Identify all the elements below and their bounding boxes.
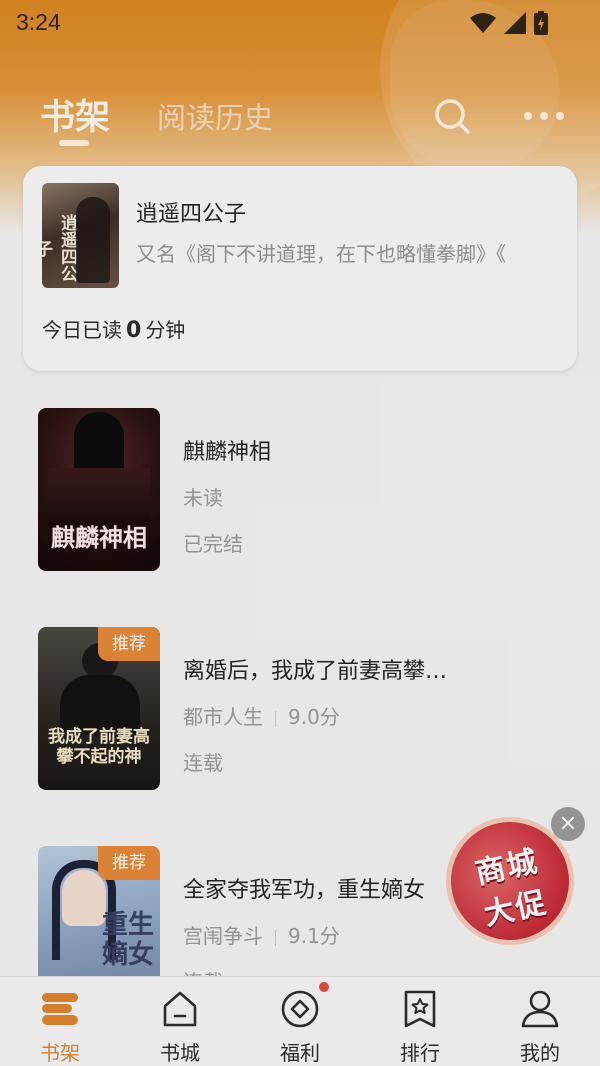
bottom-navigation: 书架 书城 福利 排行 我的 <box>0 976 600 1066</box>
today-read-unit: 分钟 <box>145 318 186 342</box>
serial-status: 连载 <box>183 966 223 976</box>
book-title: 离婚后，我成了前妻高攀… <box>183 659 448 684</box>
battery-icon <box>534 11 548 35</box>
tab-active-indicator <box>59 140 89 146</box>
meta-divider <box>275 710 276 727</box>
recent-reading-card[interactable]: 逍遥四公子 逍遥四公子 又名《阁下不讲道理，在下也略懂拳脚》《 今日已读 0 分钟 <box>23 166 577 371</box>
today-read-minutes: 0 <box>126 318 142 343</box>
book-item[interactable]: 我成了前妻高攀不起的神 推荐 离婚后，我成了前妻高攀… 都市人生 9.0分 连载 <box>38 627 558 790</box>
book-cover: 重生嫡女 推荐 <box>38 846 160 976</box>
status-icons <box>470 10 548 36</box>
cover-title: 我成了前妻高攀不起的神 <box>48 727 150 767</box>
nav-label: 排行 <box>400 1041 440 1065</box>
meta-divider <box>275 929 276 946</box>
nav-bookstore[interactable]: 书城 <box>120 977 240 1066</box>
book-title: 全家夺我军功，重生嫡女 <box>183 878 426 903</box>
wifi-icon <box>470 13 496 33</box>
serial-status: 连载 <box>183 751 223 775</box>
status-bar: 3:24 <box>0 0 600 48</box>
book-genre: 宫闱争斗 <box>183 924 263 948</box>
nav-label: 书城 <box>160 1041 200 1065</box>
cover-title: 麒麟神相 <box>51 523 147 552</box>
recommend-badge: 推荐 <box>98 846 160 880</box>
nav-label: 书架 <box>40 1041 80 1065</box>
more-icon[interactable] <box>520 104 568 128</box>
book-genre: 都市人生 <box>183 705 263 729</box>
nav-label: 福利 <box>280 1041 320 1065</box>
today-read-time: 今日已读 0 分钟 <box>42 314 185 343</box>
tab-bookshelf[interactable]: 书架 <box>40 89 110 140</box>
book-meta: 都市人生 9.0分 <box>183 701 340 730</box>
book-cover: 逍遥四公子 <box>42 183 119 288</box>
completion-status: 已完结 <box>183 532 243 556</box>
nav-ranking[interactable]: 排行 <box>360 977 480 1066</box>
bookstore-icon <box>163 991 197 1027</box>
read-status: 未读 <box>183 486 223 510</box>
ranking-icon <box>404 990 436 1028</box>
book-score: 9.1分 <box>288 924 340 948</box>
nav-welfare[interactable]: 福利 <box>240 977 360 1066</box>
status-time: 3:24 <box>16 9 61 35</box>
book-score: 9.0分 <box>288 705 340 729</box>
book-cover: 麒麟神相 <box>38 408 160 571</box>
notification-dot <box>319 982 329 992</box>
bookshelf-icon <box>42 993 78 1025</box>
nav-label: 我的 <box>520 1041 560 1065</box>
recent-book-title: 逍遥四公子 <box>136 202 247 227</box>
book-title: 麒麟神相 <box>183 440 272 465</box>
profile-icon <box>521 990 559 1028</box>
recent-book-alias: 又名《阁下不讲道理，在下也略懂拳脚》《 <box>136 242 506 266</box>
recommend-badge: 推荐 <box>98 627 160 661</box>
tab-reading-history[interactable]: 阅读历史 <box>157 95 273 137</box>
today-read-label: 今日已读 <box>42 318 122 342</box>
book-cover: 我成了前妻高攀不起的神 推荐 <box>38 627 160 790</box>
signal-icon <box>504 12 526 34</box>
nav-bookshelf[interactable]: 书架 <box>0 977 120 1066</box>
search-icon[interactable] <box>432 96 472 136</box>
welfare-icon <box>281 990 319 1028</box>
book-item[interactable]: 麒麟神相 麒麟神相 未读 已完结 <box>38 408 558 571</box>
book-meta: 宫闱争斗 9.1分 <box>183 920 340 949</box>
close-icon[interactable]: × <box>551 807 585 841</box>
nav-profile[interactable]: 我的 <box>480 977 600 1066</box>
cover-title: 重生嫡女 <box>101 910 154 970</box>
